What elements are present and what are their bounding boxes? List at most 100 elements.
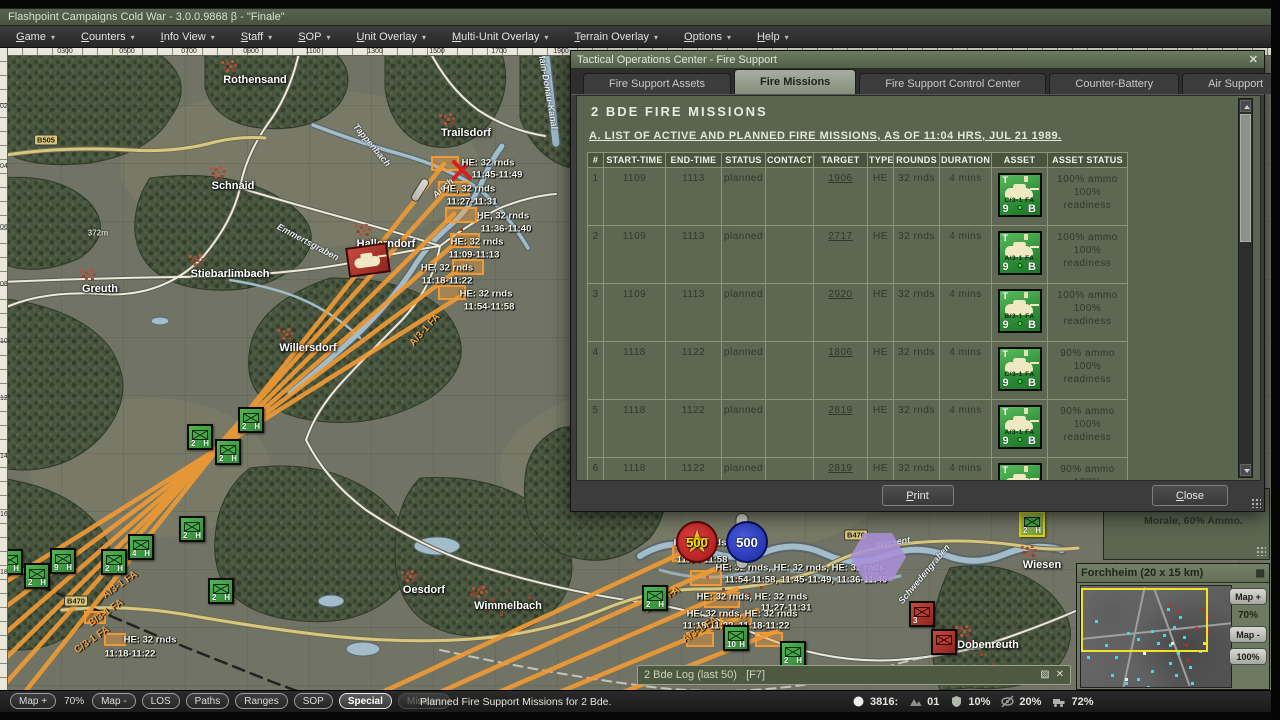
supply-value: 72% [1071,696,1093,708]
fire-mission-row[interactable]: 5 1118 1122 planned 2819 HE 32 rnds 4 mi… [588,400,1128,458]
asset-counter[interactable]: T B/3-1 FA 9 B [998,463,1042,480]
mission-status: planned [722,458,766,481]
minimap-zoom-reset-button[interactable]: 100% [1229,648,1267,665]
menu-item[interactable]: Terrain Overlay [574,31,658,43]
target-link[interactable]: 2920 [828,289,852,300]
unit-counter[interactable]: 2 H [215,439,241,465]
mission-end-time: 1113 [666,284,722,342]
counter-strength: 2 [646,600,650,609]
enemy-unit-counter[interactable] [345,242,391,278]
fire-mission-row[interactable]: 2 1109 1113 planned 2717 HE 32 rnds 4 mi… [588,226,1128,284]
arty-impact-marker-blue[interactable]: 500 [726,521,768,563]
mission-rounds: 32 rnds [894,226,940,284]
map-control-button[interactable]: SOP [294,693,333,709]
ruler-tick-label: 1700 [491,48,507,56]
ruler-tick-label: 0500 [119,48,135,56]
menu-item[interactable]: Unit Overlay [356,31,426,43]
log-bar[interactable]: 2 Bde Log (last 50) [F7] ▨ ✕ [637,665,1071,685]
asset-topbar-icon [1024,350,1028,356]
column-header: ROUNDS [894,153,940,168]
fire-mission-row[interactable]: 1 1109 1113 planned 1906 HE 32 rnds 4 mi… [588,168,1128,226]
unit-counter[interactable]: 2 H [24,563,50,589]
unit-counter[interactable]: 9 H [50,548,76,574]
mission-number: 6 [588,458,604,481]
dialog-tab[interactable]: Air Support [1182,73,1280,94]
resize-grip-icon[interactable] [1251,498,1261,508]
unit-counter[interactable]: 3 [909,601,935,627]
asset-counter[interactable]: T A/3-1 FA 9 B [998,231,1042,275]
menu-item[interactable]: Multi-Unit Overlay [452,31,548,43]
asset-counter[interactable]: T C/3-1 FA 9 B [998,173,1042,217]
menu-item[interactable]: Options [684,31,731,43]
menu-item[interactable]: Counters [81,31,135,43]
unit-counter[interactable]: 2 H [187,424,213,450]
minimap-detach-icon[interactable]: ▩ [1256,568,1265,579]
mission-start-time: 1109 [604,226,666,284]
dialog-title: Tactical Operations Center - Fire Suppor… [577,54,777,66]
log-close-icon[interactable]: ✕ [1056,670,1064,680]
rounds-count: 3816: [870,696,898,708]
unit-counter[interactable]: 2 H [179,516,205,542]
menu-item[interactable]: Help [757,31,789,43]
map-control-button[interactable]: Ranges [235,693,287,709]
minimap-controls: Map + 70% Map - 100% [1229,588,1267,665]
minimap-zoom-out-button[interactable]: Map - [1229,626,1267,643]
arty-impact-marker-red[interactable]: 500 [676,521,718,563]
column-header: CONTACT [766,153,814,168]
unit-counter[interactable]: 2 H [780,641,806,667]
map-control-button[interactable]: LOS [142,693,180,709]
mission-contact [766,168,814,226]
dialog-tab[interactable]: Counter-Battery [1049,73,1179,94]
target-link[interactable]: 2819 [828,405,852,416]
unit-counter[interactable]: 4 H [128,534,154,560]
asset-counter[interactable]: T A/3-1 FA 9 B [998,405,1042,449]
menu-item[interactable]: SOP [298,31,330,43]
dialog-tab[interactable]: Fire Support Assets [583,73,731,94]
target-link[interactable]: 1806 [828,347,852,358]
dialog-tab[interactable]: Fire Missions [734,69,856,94]
counter-strength: 2 [242,422,246,431]
dialog-tab[interactable]: Fire Support Control Center [859,73,1046,94]
minimap-viewport-rect[interactable] [1081,588,1208,652]
print-button[interactable]: Print [882,485,954,506]
scroll-down-icon[interactable] [1240,464,1251,476]
target-link[interactable]: 1906 [828,173,852,184]
minimap-zoom-in-button[interactable]: Map + [1229,588,1267,605]
report-subheading: A. LIST OF ACTIVE AND PLANNED FIRE MISSI… [589,130,1062,142]
map-control-button[interactable]: Special [339,693,392,709]
target-link[interactable]: 2819 [828,463,852,474]
asset-counter[interactable]: T C/3-1 FA 9 B [998,347,1042,391]
unit-counter[interactable]: 2 H [1019,511,1045,537]
fire-mission-row[interactable]: 6 1118 1122 planned 2819 HE 32 rnds 4 mi… [588,458,1128,481]
minimap-titlebar: Forchheim (20 x 15 km) ▩ [1077,564,1269,583]
unit-counter[interactable] [931,629,957,655]
table-scrollbar[interactable] [1238,98,1253,478]
fire-mission-row[interactable]: 4 1118 1122 planned 1806 HE 32 rnds 4 mi… [588,342,1128,400]
target-link[interactable]: 2717 [828,231,852,242]
log-popout-icon[interactable]: ▨ [1040,670,1049,680]
unit-counter[interactable]: 2 H [642,585,668,611]
asset-counter[interactable]: T B/3-1 FA 9 B [998,289,1042,333]
unit-counter[interactable]: 2 H [208,578,234,604]
map-control-button[interactable]: Map - [92,693,136,709]
dialog-close-icon[interactable]: ✕ [1249,53,1258,66]
map-control-button[interactable]: Map + [10,693,56,709]
resize-grip-icon[interactable] [1256,546,1266,556]
scrollbar-thumb[interactable] [1240,114,1251,242]
unit-counter[interactable]: 2 H [101,549,127,575]
column-header: DURATION [940,153,992,168]
scroll-up-icon[interactable] [1240,100,1251,112]
map-control-button[interactable]: Paths [186,693,230,709]
menu-item[interactable]: Game [16,31,55,43]
menu-item[interactable]: Staff [241,31,272,43]
minimap-map[interactable] [1080,585,1232,688]
unit-counter[interactable]: 2 H [238,407,264,433]
unit-counter[interactable]: 10 H [723,625,749,651]
map-control-button[interactable]: 70% [62,693,86,709]
close-button[interactable]: Close [1152,485,1228,506]
menu-item[interactable]: Info View [161,31,215,43]
fire-mission-row[interactable]: 3 1109 1113 planned 2920 HE 32 rnds 4 mi… [588,284,1128,342]
ruler-tick-label: 0900 [243,48,259,56]
ruler-tick-label: 18 [0,569,8,577]
mission-rounds: 32 rnds [894,168,940,226]
